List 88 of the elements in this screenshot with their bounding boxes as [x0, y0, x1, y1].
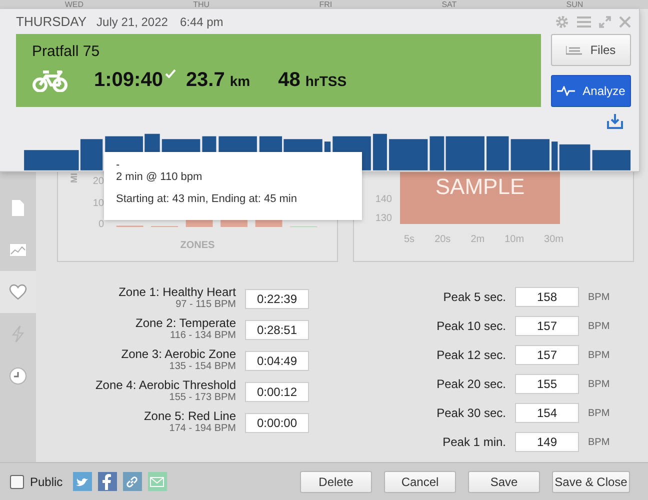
axis-tick: 5s [404, 234, 415, 245]
zone-range: 135 - 154 BPM [169, 361, 236, 373]
unit-label: BPM [588, 436, 610, 448]
peak-label: Peak 30 sec. [436, 406, 506, 420]
weekday-label: FRI [319, 0, 332, 9]
zone-time-field[interactable]: 0:28:51 [245, 320, 309, 340]
peak-value-field[interactable]: 155 [515, 374, 579, 394]
settings-icon[interactable] [555, 14, 569, 29]
axis-tick: 2m [470, 234, 485, 245]
zone-name: Zone 4: Aerobic Threshold [95, 379, 236, 392]
axis-tick: 130 [374, 213, 392, 224]
peak-value-field[interactable]: 149 [515, 432, 579, 452]
clock-icon [9, 367, 27, 385]
menu-icon[interactable] [577, 16, 591, 28]
workout-time: 6:44 pm [180, 14, 224, 29]
peak-label: Peak 5 sec. [442, 290, 506, 304]
axis-label: MI [69, 172, 79, 183]
workout-day: THURSDAY [16, 14, 87, 30]
footer-button[interactable]: Save & Close [552, 470, 630, 492]
peak-value-field[interactable]: 158 [515, 287, 579, 307]
weekday-label: WED [64, 0, 84, 9]
footer-button[interactable]: Save [468, 470, 540, 492]
tooltip-title: - [116, 160, 121, 170]
peak-label: Peak 12 sec. [436, 348, 506, 362]
download-icon[interactable] [607, 113, 623, 130]
zone-range: 116 - 134 BPM [170, 330, 236, 342]
link-icon[interactable] [122, 472, 142, 491]
weekday-label: THU [193, 0, 210, 9]
axis-tick: 20 [92, 176, 104, 187]
axis-title: ZONES [179, 240, 216, 251]
zone-range: 174 - 194 BPM [169, 423, 236, 435]
zone-time-field[interactable]: 0:00:00 [245, 412, 309, 432]
list-icon [566, 45, 582, 56]
axis-tick: 10 [92, 198, 104, 208]
tooltip-range: Starting at: 43 min, Ending at: 45 min [116, 193, 298, 205]
tss-unit: hrTSS [305, 73, 347, 90]
duration-value: 1:09:40 [94, 69, 163, 92]
peak-label: Peak 1 min. [442, 435, 506, 449]
unit-label: BPM [588, 292, 610, 302]
distance-value: 23.7 [186, 69, 225, 92]
axis-tick: 30m [544, 234, 564, 245]
zone-time-field[interactable]: 0:04:49 [245, 350, 309, 370]
zone-name: Zone 3: Aerobic Zone [121, 348, 236, 361]
sidebar-tab[interactable] [0, 271, 36, 313]
workout-date: July 21, 2022 [96, 14, 168, 29]
analyze-button[interactable]: Analyze [551, 75, 631, 108]
zone-time-field[interactable]: 0:00:12 [245, 382, 309, 402]
document-icon [11, 199, 25, 217]
line-chart-icon [9, 243, 27, 257]
distance-unit: km [230, 73, 250, 90]
peak-value-field[interactable]: 157 [515, 316, 579, 336]
zone-name: Zone 2: Temperate [135, 317, 236, 330]
workout-title: Pratfall 75 [32, 43, 101, 60]
zone-name: Zone 1: Healthy Heart [118, 286, 236, 299]
unit-label: BPM [588, 320, 610, 332]
weekday-label: SAT [442, 0, 457, 9]
footer-button[interactable]: Cancel [384, 470, 456, 492]
zone-time-field[interactable]: 0:22:39 [245, 288, 309, 308]
expand-icon[interactable] [599, 16, 611, 28]
bicycle-icon [32, 70, 68, 92]
weekday-label: SUN [566, 0, 584, 9]
axis-tick: 0 [97, 219, 104, 230]
peak-value-field[interactable]: 157 [515, 345, 579, 365]
public-label: Public [30, 474, 63, 488]
zone-name: Zone 5: Red Line [144, 410, 236, 423]
public-checkbox[interactable] [10, 474, 24, 488]
footer-button[interactable]: Delete [300, 470, 372, 492]
zone-range: 155 - 173 BPM [169, 392, 236, 404]
mail-icon[interactable] [148, 472, 167, 491]
tss-value: 48 [278, 69, 300, 92]
letter-f-icon[interactable] [98, 472, 117, 491]
files-button[interactable]: Files [551, 34, 631, 66]
heart-icon [9, 284, 27, 300]
bird-icon[interactable] [72, 472, 92, 491]
unit-label: BPM [588, 350, 610, 360]
axis-tick: 140 [374, 194, 392, 205]
sample-watermark: SAMPLE [435, 174, 525, 200]
unit-label: BPM [588, 378, 610, 390]
axis-tick: 20s [434, 234, 451, 245]
zone-range: 97 - 115 BPM [176, 299, 236, 311]
unit-label: BPM [588, 408, 610, 418]
pulse-icon [556, 86, 575, 96]
peak-label: Peak 20 sec. [436, 377, 506, 391]
peak-label: Peak 10 sec. [436, 319, 506, 333]
close-icon[interactable] [619, 16, 631, 28]
peak-value-field[interactable]: 154 [515, 403, 579, 423]
axis-tick: 10m [504, 234, 524, 245]
tooltip-summary: 2 min @ 110 bpm [116, 170, 204, 184]
